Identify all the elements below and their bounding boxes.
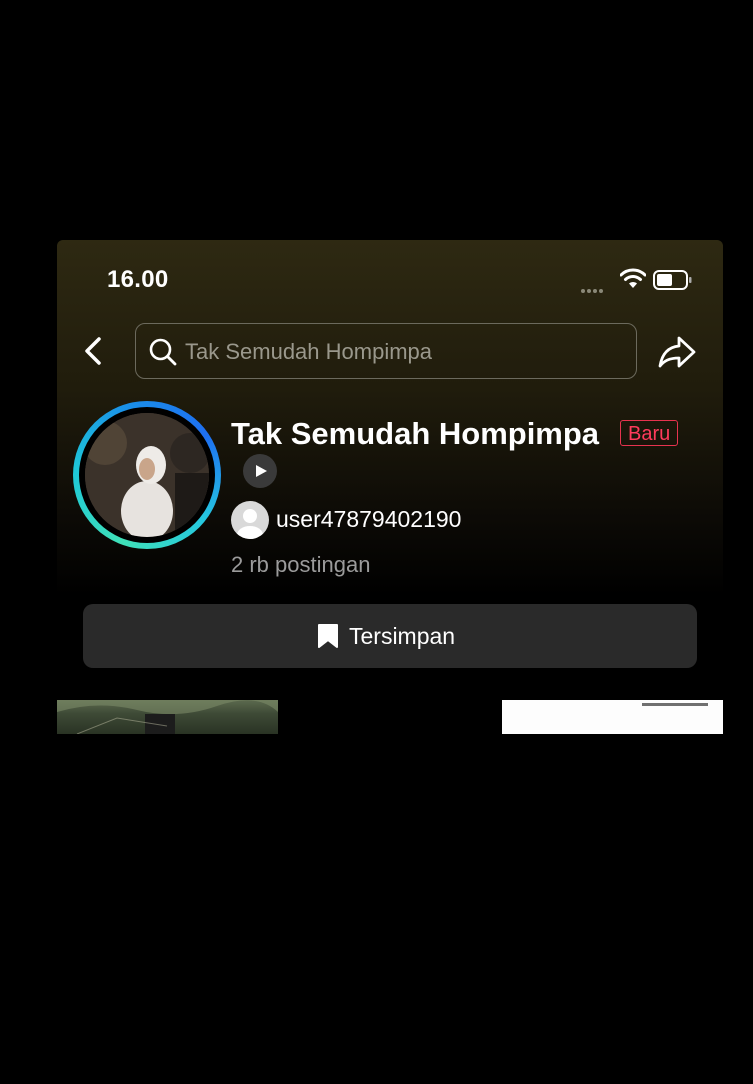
wifi-icon: [620, 268, 646, 288]
avatar-image: [85, 413, 209, 537]
video-thumbnail[interactable]: [57, 700, 278, 734]
play-icon: [256, 465, 267, 477]
back-icon[interactable]: [79, 336, 107, 366]
battery-icon: [653, 270, 692, 290]
share-icon[interactable]: [657, 334, 697, 370]
screen: 16.00 Tak Semudah Hompimpa Tak Semudah H…: [57, 240, 723, 734]
profile-avatar[interactable]: [73, 401, 221, 549]
search-icon: [149, 338, 177, 366]
play-button[interactable]: [243, 454, 277, 488]
username-link[interactable]: user47879402190: [276, 506, 461, 533]
saved-button[interactable]: Tersimpan: [83, 604, 697, 668]
video-thumbnail[interactable]: [502, 700, 723, 734]
status-time: 16.00: [107, 266, 169, 293]
post-count: 2 rb postingan: [231, 552, 371, 577]
new-badge: Baru: [620, 420, 679, 446]
signal-icon: [581, 280, 611, 293]
user-avatar[interactable]: [231, 501, 269, 539]
search-input[interactable]: Tak Semudah Hompimpa: [135, 323, 637, 379]
search-text: Tak Semudah Hompimpa: [185, 339, 433, 364]
page-title: Tak Semudah Hompimpa: [231, 416, 600, 451]
saved-label: Tersimpan: [349, 623, 456, 649]
bookmark-icon: [318, 624, 338, 648]
